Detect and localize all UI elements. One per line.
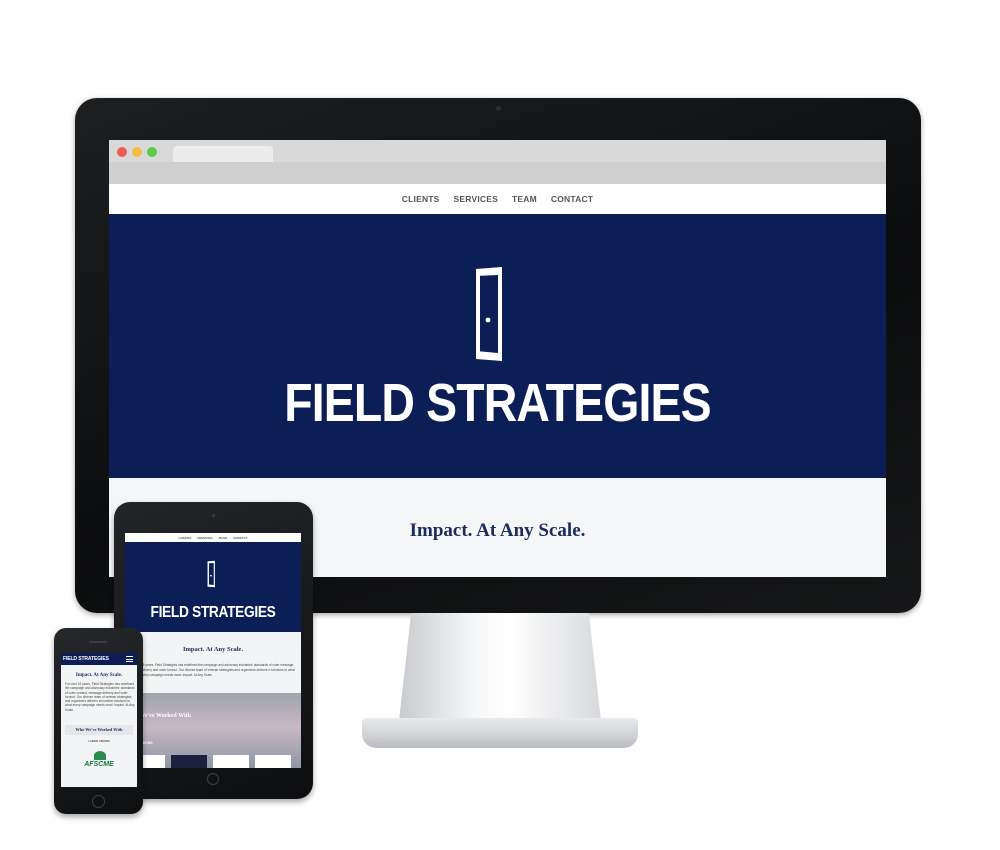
phone-home-button[interactable]	[92, 795, 105, 808]
nav-item-team[interactable]: TEAM	[512, 194, 537, 204]
webcam-icon	[496, 106, 501, 111]
nav-item-clients[interactable]: CLIENTS	[402, 194, 440, 204]
tablet-intro-text: 15 years, Field Strategies has redefined…	[141, 663, 295, 677]
close-window-icon[interactable]	[117, 147, 127, 157]
tablet-nav-contact[interactable]: CONTACT	[233, 536, 247, 540]
tablet-client-card[interactable]	[255, 755, 291, 768]
door-logo-icon	[476, 267, 502, 361]
tablet-worked-with-heading: We've Worked With	[139, 713, 192, 719]
phone-header: FIELD STRATEGIES	[61, 653, 137, 665]
monitor-stand	[399, 613, 601, 721]
nav-item-contact[interactable]: CONTACT	[551, 194, 593, 204]
tablet-brand-title: FIELD STRATEGIES	[150, 604, 276, 621]
phone-labor-unions-label: LABOR UNIONS	[88, 739, 110, 743]
tablet-hero: FIELD STRATEGIES	[125, 542, 301, 632]
tablet-nav-clients[interactable]: CLIENTS	[179, 536, 192, 540]
phone-worked-with-heading: Who We've Worked With	[75, 727, 123, 732]
tablet-nav-services[interactable]: SERVICES	[197, 536, 212, 540]
hero-banner: FIELD STRATEGIES	[109, 214, 886, 478]
phone-screen: FIELD STRATEGIES Impact. At Any Scale. F…	[61, 653, 137, 787]
tablet-camera-icon	[212, 514, 215, 517]
tablet-screen: CLIENTS SERVICES TEAM CONTACT FIELD STRA…	[125, 533, 301, 768]
site-nav: CLIENTS SERVICES TEAM CONTACT	[109, 184, 886, 214]
tablet-home-button[interactable]	[207, 773, 219, 785]
tablet-tagline: Impact. At Any Scale.	[182, 646, 244, 653]
tablet-door-logo-icon	[207, 560, 215, 588]
tablet-client-card[interactable]	[213, 755, 249, 768]
tablet-client-card[interactable]	[171, 755, 207, 768]
brand-title: FIELD STRATEGIES	[284, 373, 711, 433]
hamburger-menu-icon[interactable]	[126, 656, 133, 662]
afscme-logo-icon	[94, 751, 106, 760]
phone-worked-with-bar: Who We've Worked With	[65, 725, 133, 735]
tablet-nav: CLIENTS SERVICES TEAM CONTACT	[125, 533, 301, 542]
tablet-nav-team[interactable]: TEAM	[219, 536, 228, 540]
maximize-window-icon[interactable]	[147, 147, 157, 157]
phone-brand-title: FIELD STRATEGIES	[63, 656, 109, 662]
phone-intro-text: For over 15 years, Field Strategies has …	[65, 682, 135, 712]
nav-item-services[interactable]: SERVICES	[454, 194, 498, 204]
monitor-stand-base	[362, 718, 638, 748]
minimize-window-icon[interactable]	[132, 147, 142, 157]
phone-speaker-icon	[89, 641, 107, 643]
afscme-logo-text: AFSCME	[84, 761, 114, 768]
phone-tagline: Impact. At Any Scale.	[75, 673, 123, 678]
browser-toolbar	[109, 162, 886, 184]
